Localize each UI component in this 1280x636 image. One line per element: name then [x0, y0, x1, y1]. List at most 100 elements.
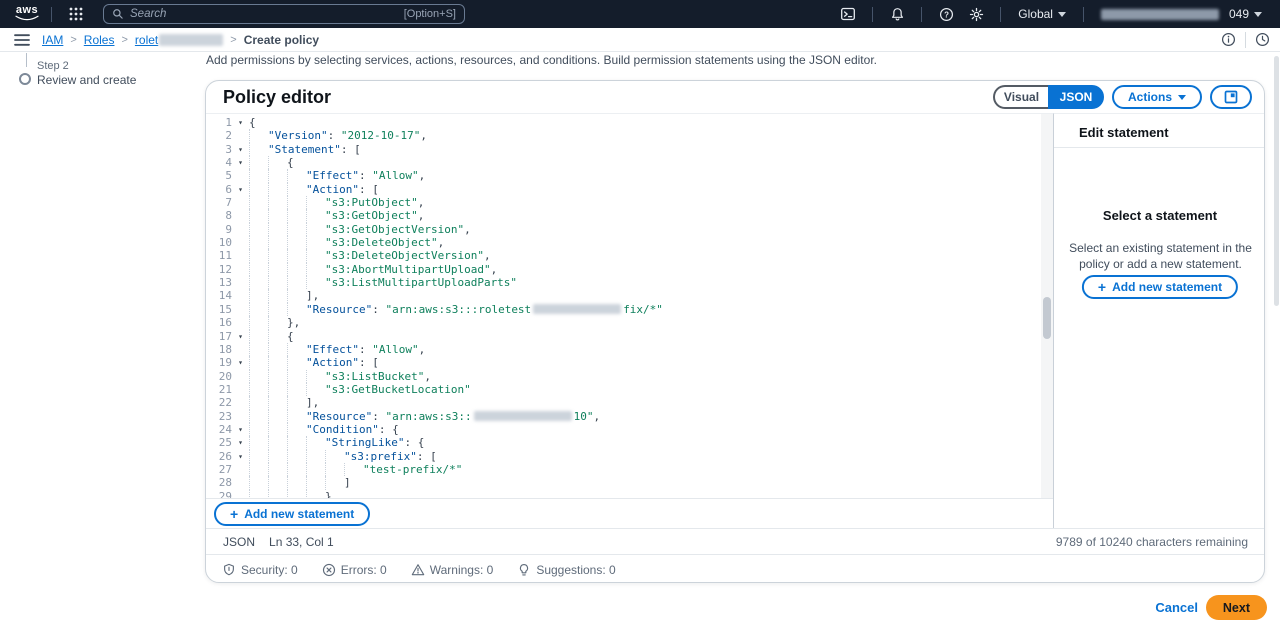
json-toggle-button[interactable]: JSON	[1048, 85, 1104, 109]
panel-add-new-statement-button[interactable]: + Add new statement	[1082, 275, 1238, 299]
fold-toggle-icon[interactable]: ▾	[232, 156, 249, 169]
info-panel-icon[interactable]	[1221, 32, 1236, 47]
add-new-statement-button[interactable]: + Add new statement	[214, 502, 370, 526]
json-string: "s3:GetObject"	[325, 209, 418, 222]
fold-toggle-icon[interactable]: ▾	[232, 330, 249, 343]
errors-count[interactable]: Errors: 0	[322, 563, 387, 577]
editor-line[interactable]: 1▾{	[206, 116, 1041, 129]
indent-guide	[268, 476, 287, 489]
history-clock-icon[interactable]	[1255, 32, 1270, 47]
cloudshell-icon[interactable]	[833, 3, 863, 25]
editor-line[interactable]: 8"s3:GetObject",	[206, 209, 1041, 222]
account-menu[interactable]: 049	[1093, 7, 1270, 21]
editor-line[interactable]: 28]	[206, 476, 1041, 489]
indent-guide	[287, 303, 306, 316]
side-nav-hamburger-icon[interactable]	[14, 33, 30, 47]
settings-gear-icon[interactable]	[961, 3, 991, 25]
page-scrollbar-thumb[interactable]	[1274, 56, 1279, 306]
editor-line[interactable]: 9"s3:GetObjectVersion",	[206, 223, 1041, 236]
visual-toggle-button[interactable]: Visual	[993, 85, 1049, 109]
step-name-review-and-create[interactable]: Review and create	[37, 73, 136, 87]
aws-logo[interactable]: aws	[12, 6, 42, 22]
editor-line[interactable]: 5"Effect": "Allow",	[206, 169, 1041, 182]
editor-line[interactable]: 16},	[206, 316, 1041, 329]
json-punctuation: ]	[344, 476, 351, 489]
editor-scrollbar[interactable]	[1041, 114, 1053, 498]
editor-line[interactable]: 21"s3:GetBucketLocation"	[206, 383, 1041, 396]
region-selector[interactable]: Global	[1010, 7, 1074, 21]
indent-guide	[249, 370, 268, 383]
json-punctuation: ,	[491, 263, 498, 276]
editor-line[interactable]: 17▾{	[206, 330, 1041, 343]
json-punctuation: ],	[306, 396, 319, 409]
json-string: "arn:aws:s3:::roletest	[385, 303, 531, 316]
editor-line[interactable]: 26▾"s3:prefix": [	[206, 450, 1041, 463]
line-number: 12	[206, 263, 232, 276]
warnings-count[interactable]: Warnings: 0	[411, 563, 494, 577]
step-radio-icon[interactable]	[19, 73, 31, 85]
fold-toggle-icon[interactable]: ▾	[232, 116, 249, 129]
editor-line[interactable]: 23"Resource": "arn:aws:s3::10",	[206, 410, 1041, 423]
editor-line[interactable]: 11"s3:DeleteObjectVersion",	[206, 249, 1041, 262]
code-text: "Action": [	[249, 356, 1041, 369]
policy-editor-card: Policy editor Visual JSON Actions 1▾{2"V…	[205, 80, 1265, 583]
editor-line[interactable]: 2"Version": "2012-10-17",	[206, 129, 1041, 142]
editor-line[interactable]: 4▾{	[206, 156, 1041, 169]
editor-line[interactable]: 12"s3:AbortMultipartUpload",	[206, 263, 1041, 276]
suggestions-count[interactable]: Suggestions: 0	[517, 563, 615, 577]
app-launcher-grid-icon[interactable]	[61, 3, 91, 25]
editor-line[interactable]: 24▾"Condition": {	[206, 423, 1041, 436]
editor-line[interactable]: 19▾"Action": [	[206, 356, 1041, 369]
editor-line[interactable]: 27"test-prefix/*"	[206, 463, 1041, 476]
editor-line[interactable]: 22],	[206, 396, 1041, 409]
breadcrumb-roles[interactable]: Roles	[84, 33, 115, 47]
chevron-down-icon	[1058, 12, 1066, 17]
indent-guide	[249, 289, 268, 302]
editor-line[interactable]: 3▾"Statement": [	[206, 143, 1041, 156]
editor-line[interactable]: 18"Effect": "Allow",	[206, 343, 1041, 356]
code-text: "Resource": "arn:aws:s3:::roletestfix/*"	[249, 303, 1041, 316]
edit-statement-panel: Edit statement Select a statement Select…	[1053, 113, 1265, 528]
editor-line[interactable]: 14],	[206, 289, 1041, 302]
breadcrumb-iam[interactable]: IAM	[42, 33, 63, 47]
fold-toggle-icon[interactable]: ▾	[232, 423, 249, 436]
editor-line[interactable]: 25▾"StringLike": {	[206, 436, 1041, 449]
indent-guide	[268, 183, 287, 196]
fold-toggle-icon[interactable]: ▾	[232, 436, 249, 449]
breadcrumb-role[interactable]: rolet	[135, 33, 223, 47]
cancel-button[interactable]: Cancel	[1155, 600, 1198, 615]
security-findings[interactable]: Security: 0	[222, 563, 298, 577]
notifications-bell-icon[interactable]	[882, 3, 912, 25]
json-punctuation: :	[372, 410, 385, 423]
line-number: 19	[206, 356, 232, 369]
fold-toggle-icon[interactable]: ▾	[232, 183, 249, 196]
indent-guide	[249, 396, 268, 409]
next-button[interactable]: Next	[1206, 595, 1267, 620]
fold-spacer	[232, 196, 249, 209]
json-punctuation: {	[287, 156, 294, 169]
divider	[1000, 7, 1001, 22]
fold-toggle-icon[interactable]: ▾	[232, 450, 249, 463]
line-number: 15	[206, 303, 232, 316]
json-code-editor[interactable]: 1▾{2"Version": "2012-10-17",3▾"Statement…	[206, 113, 1053, 498]
indent-guide	[268, 436, 287, 449]
fold-spacer	[232, 223, 249, 236]
editor-line[interactable]: 15 "Resource": "arn:aws:s3:::roletestfix/…	[206, 303, 1041, 316]
editor-scrollbar-thumb[interactable]	[1043, 297, 1051, 339]
editor-line[interactable]: 13"s3:ListMultipartUploadParts"	[206, 276, 1041, 289]
indent-guide	[268, 396, 287, 409]
fold-toggle-icon[interactable]: ▾	[232, 143, 249, 156]
search-input[interactable]: Search [Option+S]	[103, 4, 465, 24]
indent-guide	[287, 383, 306, 396]
editor-line[interactable]: 7"s3:PutObject",	[206, 196, 1041, 209]
fold-toggle-icon[interactable]: ▾	[232, 356, 249, 369]
editor-line[interactable]: 10"s3:DeleteObject",	[206, 236, 1041, 249]
actions-dropdown-button[interactable]: Actions	[1112, 85, 1202, 109]
json-punctuation: : {	[379, 423, 399, 436]
help-icon[interactable]: ?	[931, 3, 961, 25]
maximize-editor-button[interactable]	[1210, 85, 1252, 109]
editor-line[interactable]: 6▾"Action": [	[206, 183, 1041, 196]
fold-spacer	[232, 463, 249, 476]
editor-line[interactable]: 20"s3:ListBucket",	[206, 370, 1041, 383]
editor-line[interactable]: 29}	[206, 490, 1041, 498]
